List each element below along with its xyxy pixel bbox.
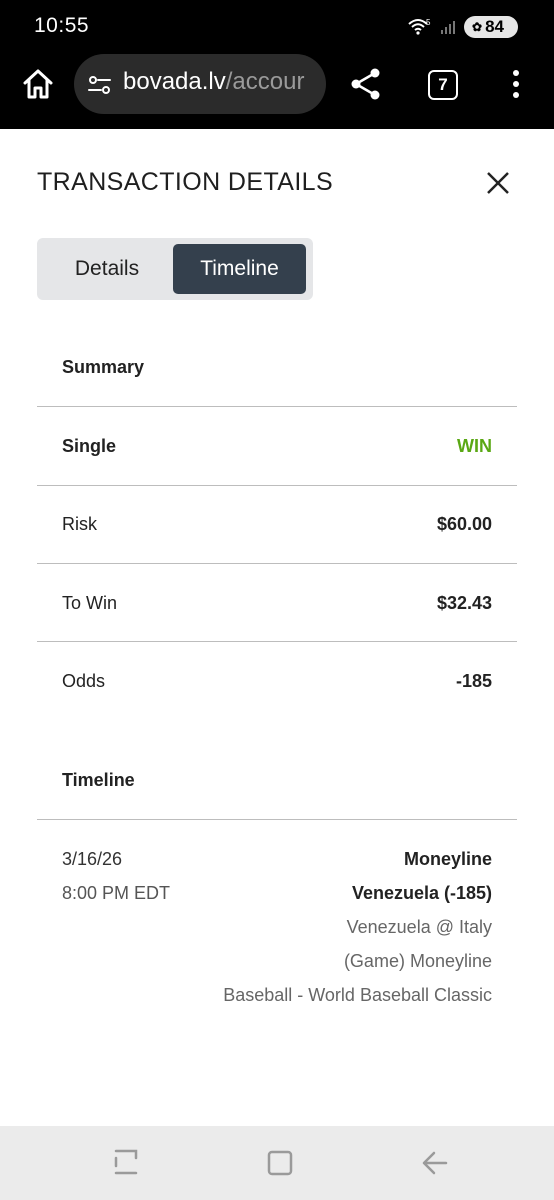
bet-type-label: Single (62, 436, 117, 456)
to-win-label: To Win (62, 593, 118, 613)
more-vert-icon (513, 70, 519, 98)
url-host: bovada.lv (123, 68, 226, 95)
divider (37, 819, 517, 820)
close-button[interactable] (485, 170, 511, 196)
timeline-heading: Timeline (62, 770, 135, 790)
risk-label: Risk (62, 514, 97, 534)
back-arrow-icon (422, 1151, 448, 1175)
url-text[interactable]: bovada.lv/accour (123, 68, 304, 96)
site-settings-icon[interactable] (87, 72, 113, 98)
recent-apps-button[interactable] (113, 1148, 139, 1176)
more-menu-button[interactable] (509, 68, 523, 100)
divider (37, 563, 517, 564)
modal-title: TRANSACTION DETAILS (37, 168, 334, 196)
odds-label: Odds (62, 671, 106, 691)
divider (37, 406, 517, 407)
summary-heading: Summary (62, 357, 145, 377)
battery-level: 84 (485, 17, 504, 36)
nav-back-button[interactable] (420, 1149, 448, 1177)
share-button[interactable] (349, 66, 383, 102)
tab-switcher-button[interactable]: 7 (428, 70, 458, 100)
divider (37, 485, 517, 486)
status-time: 10:55 (34, 14, 90, 37)
timeline-event: Venezuela @ Italy (346, 917, 492, 937)
close-icon (487, 172, 509, 194)
timeline-date: 3/16/26 (62, 849, 123, 869)
recent-apps-icon (114, 1149, 138, 1175)
timeline-time: 8:00 PM EDT (62, 883, 171, 903)
wifi-icon: 5 (408, 18, 432, 36)
details-timeline-toggle: Details Timeline (37, 238, 313, 300)
risk-value: $60.00 (436, 514, 492, 534)
battery-saver-icon: ✿ (472, 20, 483, 34)
browser-chrome: 10:55 5 ✿ 84 bovada.lv/accour 7 (0, 0, 554, 129)
status-icons: 5 ✿ 84 (408, 14, 518, 40)
tab-timeline[interactable]: Timeline (173, 244, 306, 294)
share-icon (351, 68, 380, 100)
signal-icon (440, 19, 456, 35)
result-badge: WIN (457, 436, 492, 456)
timeline-market: Moneyline (403, 849, 492, 869)
nav-home-icon (267, 1150, 293, 1176)
odds-value: -185 (455, 671, 492, 691)
url-path: /accour (225, 68, 305, 95)
timeline-selection: Venezuela (-185) (351, 883, 492, 903)
timeline-market-detail: (Game) Moneyline (343, 951, 492, 971)
svg-text:5: 5 (426, 18, 431, 27)
to-win-value: $32.43 (436, 593, 492, 613)
address-bar[interactable]: bovada.lv/accour (74, 54, 326, 114)
nav-home-button[interactable] (267, 1150, 293, 1176)
home-icon (23, 69, 53, 99)
tab-details[interactable]: Details (42, 244, 172, 294)
timeline-league: Baseball - World Baseball Classic (223, 985, 492, 1005)
battery-indicator: ✿ 84 (464, 16, 518, 38)
home-button[interactable] (20, 66, 56, 102)
divider (37, 641, 517, 642)
